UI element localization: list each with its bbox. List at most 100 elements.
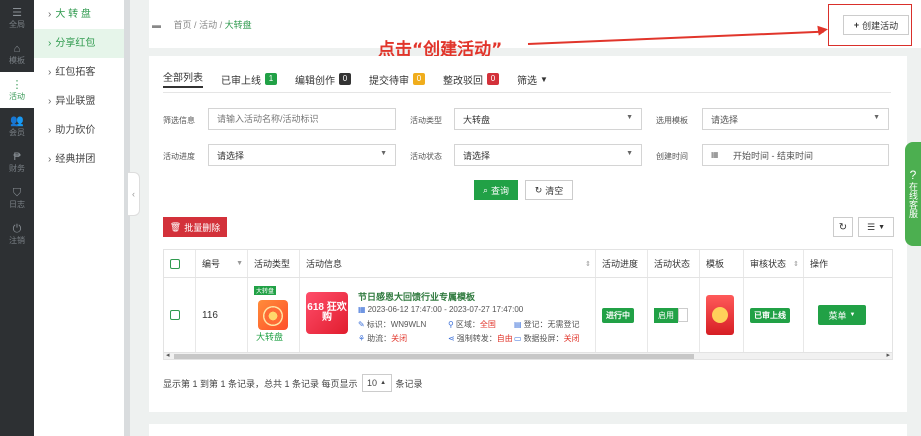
cell-type: 大转盘 大转盘 (248, 278, 300, 352)
checkbox[interactable] (170, 310, 180, 320)
finance-icon: ₱ (13, 150, 21, 163)
activity-region: ⚲ 区域：全国 (448, 320, 496, 329)
submenu-item-share-redpacket[interactable]: › 分享红包 (34, 29, 124, 58)
pagination: 显示第 1 到第 1 条记录，总共 1 条记录 每页显示 10 ▲ 条记录 (163, 374, 423, 392)
filter-label-status: 活动状态 (410, 152, 442, 161)
activity-register: ▤ 登记：无需登记 (514, 320, 580, 329)
nav-members[interactable]: 👥 会员 (0, 108, 34, 144)
activity-title[interactable]: 节日感恩大回馈行业专属模板 (358, 290, 475, 303)
count-badge: 0 (487, 73, 499, 85)
collapse-sidebar-button[interactable]: ‹ (128, 172, 140, 216)
column-toggle-button[interactable]: ☰ ▼ (858, 217, 894, 237)
chevron-right-icon: › (48, 38, 52, 49)
progress-select[interactable]: 请选择 ▼ (208, 144, 396, 166)
tab-pending[interactable]: 提交待审 0 (369, 70, 425, 88)
cell-status: 启用 (648, 278, 700, 352)
submenu-item-alliance[interactable]: › 异业联盟 (34, 87, 124, 116)
calendar-icon: ▦ (358, 305, 366, 314)
row-menu-button[interactable]: 菜单 ▼ (818, 305, 866, 325)
breadcrumb-section[interactable]: 活动 (199, 20, 217, 30)
filter-icon: ▼ (540, 74, 548, 84)
search-button[interactable]: ⌕ 查询 (474, 180, 518, 200)
status-select[interactable]: 请选择 ▼ (454, 144, 642, 166)
tab-approved[interactable]: 已审上线 1 (221, 70, 277, 88)
activity-traffic: ⚘ 助流：关闭 (358, 334, 408, 343)
activity-time: ▦ 2023-06-12 17:47:00 - 2023-07-27 17:47:… (358, 305, 524, 314)
submenu-item-wheel[interactable]: › 大 转 盘 (34, 0, 124, 29)
activity-icon: ⋮ (11, 78, 23, 91)
tab-filter[interactable]: 筛选 ▼ (517, 70, 548, 88)
nav-logout[interactable]: ⏻ 注销 (0, 216, 34, 252)
table-refresh-button[interactable]: ↻ (833, 217, 853, 237)
nav-logs[interactable]: ⛉ 日志 (0, 180, 34, 216)
nav-activity[interactable]: ⋮ 活动 (0, 72, 34, 108)
status-toggle[interactable]: 启用 (654, 307, 688, 323)
status-tabs: 全部列表 已审上线 1 编辑创作 0 提交待审 0 整改驳回 0 筛选 ▼ (163, 70, 566, 88)
type-select[interactable]: 大转盘 ▼ (454, 108, 642, 130)
tab-all[interactable]: 全部列表 (163, 70, 203, 88)
breadcrumb: ▬ 首页 / 活动 / 大转盘 (152, 20, 252, 30)
tab-editing[interactable]: 编辑创作 0 (295, 70, 351, 88)
chevron-right-icon: › (48, 9, 52, 20)
submenu-item-redpacket-customer[interactable]: › 红包拓客 (34, 58, 124, 87)
create-activity-button[interactable]: + 创建活动 (843, 15, 909, 35)
tab-rejected[interactable]: 整改驳回 0 (443, 70, 499, 88)
breadcrumb-home[interactable]: 首页 (174, 20, 192, 30)
template-thumbnail[interactable] (706, 295, 734, 335)
refresh-icon: ↻ (534, 184, 543, 195)
cell-id: 116 (196, 278, 248, 352)
header-template: 模板 (700, 250, 744, 277)
submenu-item-group-buy[interactable]: › 经典拼团 (34, 145, 124, 174)
folder-icon: ▬ (152, 20, 161, 30)
progress-badge: 进行中 (602, 307, 634, 323)
header-select-all[interactable] (164, 250, 196, 277)
filter-label-search: 筛选信息 (163, 116, 195, 125)
refresh-icon: ↻ (838, 221, 848, 233)
caret-down-icon: ▼ (878, 223, 885, 231)
chevron-right-icon: › (48, 154, 52, 165)
scroll-right-icon[interactable]: ▸ (886, 351, 890, 359)
footer-card (149, 424, 907, 436)
sidebar-divider (124, 0, 130, 436)
tag-icon: ✎ (358, 320, 365, 329)
row-select[interactable] (164, 278, 196, 352)
clear-button[interactable]: ↻ 清空 (525, 180, 573, 200)
sort-icon: ⇕ (793, 260, 799, 268)
cell-actions: 菜单 ▼ (804, 278, 892, 352)
table-row: 116 大转盘 大转盘 618 狂欢购 节日感恩大回馈行业专属模板 ▦ 2023-… (164, 278, 892, 352)
template-select[interactable]: 请选择 ▼ (702, 108, 889, 130)
table-header: 编号 ▼ 活动类型 活动信息 ⇕ 活动进度 活动状态 模板 审核状态 ⇕ 操作 (164, 250, 892, 278)
chevron-right-icon: › (48, 67, 52, 78)
annotation-highlight-box: + 创建活动 (828, 4, 912, 46)
activity-thumbnail: 618 狂欢购 (306, 292, 348, 334)
checkbox[interactable] (170, 258, 180, 269)
flow-icon: ⚘ (358, 334, 366, 343)
submenu-item-bargain[interactable]: › 助力砍价 (34, 116, 124, 145)
filter-label-progress: 活动进度 (163, 152, 195, 161)
activity-data-screen: ▭ 数据投屏：关闭 (514, 334, 580, 343)
horizontal-scrollbar[interactable]: ◂ ▸ (163, 352, 893, 360)
online-service-button[interactable]: ? 在线客服 (905, 142, 921, 246)
header-id[interactable]: 编号 ▼ (196, 250, 248, 277)
nav-finance[interactable]: ₱ 财务 (0, 144, 34, 180)
date-range-input[interactable]: ▦ 开始时间 - 结束时间 (702, 144, 889, 166)
search-input[interactable] (217, 114, 395, 124)
header-info[interactable]: 活动信息 ⇕ (300, 250, 596, 277)
count-badge: 1 (265, 73, 277, 85)
header-actions: 操作 (810, 259, 829, 269)
scroll-left-icon[interactable]: ◂ (166, 351, 170, 359)
header-review[interactable]: 审核状态 ⇕ (744, 250, 804, 277)
nav-global[interactable]: ☰ 全局 (0, 0, 34, 36)
filter-label-time: 创建时间 (656, 152, 688, 161)
header-progress: 活动进度 (596, 250, 648, 277)
power-icon: ⏻ (12, 222, 22, 235)
header-status: 活动状态 (648, 250, 700, 277)
header-bar: ▬ 首页 / 活动 / 大转盘 + 创建活动 (149, 0, 921, 48)
filter-label-template: 选用模板 (656, 116, 688, 125)
scrollbar-thumb[interactable] (174, 354, 694, 359)
search-icon: ⌕ (482, 184, 489, 195)
count-badge: 0 (413, 73, 425, 85)
nav-template[interactable]: ⌂ 模板 (0, 36, 34, 72)
bulk-delete-button[interactable]: 🗑 批量删除 (163, 217, 227, 237)
page-size-select[interactable]: 10 ▲ (361, 374, 392, 392)
